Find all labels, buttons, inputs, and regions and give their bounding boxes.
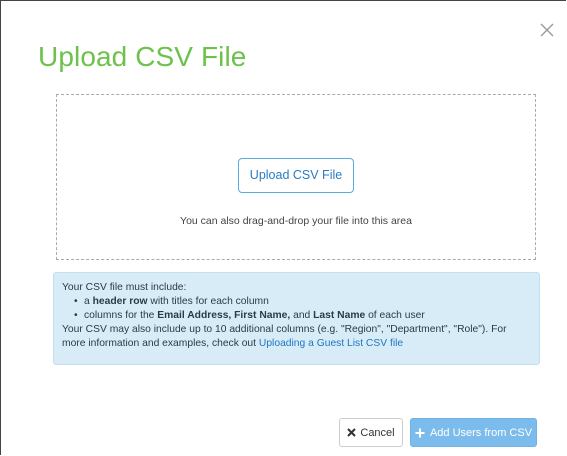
add-users-from-csv-button[interactable]: Add Users from CSV (410, 418, 537, 447)
add-users-label: Add Users from CSV (429, 426, 533, 439)
requirement-item: a header row with titles for each column (74, 295, 531, 309)
requirement-item: columns for the Email Address, First Nam… (74, 309, 531, 323)
close-icon[interactable] (538, 21, 556, 39)
dialog-title: Upload CSV File (38, 41, 247, 72)
cancel-button[interactable]: Cancel (339, 418, 403, 447)
upload-csv-button[interactable]: Upload CSV File (238, 158, 354, 193)
upload-csv-dialog: Upload CSV File Upload CSV File You can … (0, 0, 566, 455)
info-more-text: Your CSV may also include up to 10 addit… (62, 323, 531, 351)
csv-requirements-info: Your CSV file must include: a header row… (53, 272, 540, 365)
file-dropzone[interactable]: Upload CSV File You can also drag-and-dr… (56, 94, 536, 260)
x-icon (347, 428, 357, 437)
text: with titles for each column (147, 296, 269, 307)
emphasis: Email Address, First Name, (157, 310, 291, 321)
guest-list-csv-link[interactable]: Uploading a Guest List CSV file (259, 338, 403, 349)
plus-icon (415, 428, 425, 438)
text: and (290, 310, 314, 321)
requirements-list: a header row with titles for each column… (62, 295, 531, 323)
emphasis: Last Name (313, 310, 366, 321)
text: columns for the (84, 310, 158, 321)
text: a (84, 296, 93, 307)
emphasis: header row (92, 296, 148, 307)
text: of each user (365, 310, 425, 321)
cancel-label: Cancel (360, 426, 395, 439)
info-intro: Your CSV file must include: (62, 282, 187, 293)
drag-drop-hint: You can also drag-and-drop your file int… (180, 215, 412, 227)
